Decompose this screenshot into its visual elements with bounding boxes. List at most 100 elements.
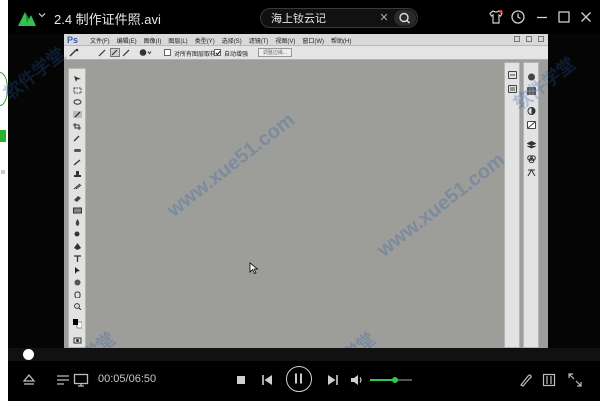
ps-quick-mask-icon [73,337,82,344]
title-bar: 2.4 制作证件照.avi ✕ [8,0,600,34]
ps-menu-item: 编辑(E) [116,39,137,45]
ps-properties-panel-icon [508,85,517,93]
ps-eraser-tool-icon [74,196,81,202]
ps-auto-enhance-checkbox [214,49,221,56]
ps-eyedropper-tool-icon [73,135,80,142]
video-frame[interactable]: Ps 文件(F) 编辑(E) 图像(I) 图层(L) 类型(Y) 选择(S) 滤… [64,34,548,348]
checkmark-icon [215,50,221,56]
ps-paths-panel-icon [527,169,536,177]
fullscreen-icon[interactable] [566,371,584,389]
equalizer-icon[interactable] [540,371,558,389]
ps-dodge-tool-icon [74,231,80,237]
time-display: 00:05/06:50 [98,373,157,385]
ps-restore-icon [526,36,532,42]
ps-lasso-tool-icon [73,99,82,105]
desktop-background [0,0,8,401]
ps-menu-item: 图层(L) [168,39,188,45]
ps-layers-panel-icon [527,141,536,149]
ps-hand-tool-icon [74,291,81,298]
ps-clone-stamp-tool-icon [74,171,81,177]
stop-icon[interactable] [232,371,250,389]
playlist-icon[interactable] [54,371,72,389]
ps-quick-selection-tool-icon [73,111,82,118]
previous-icon[interactable] [258,371,276,389]
shirt-icon[interactable] [488,9,504,25]
eject-icon[interactable] [20,371,38,389]
ps-sample-all-label: 对所有图层取样 [174,52,217,58]
ps-options-bar: 对所有图层取样 自动增强 调整边缘... [64,46,548,60]
desktop-icon-fragment [1,170,5,174]
watermark-text: www.xue51.com [163,108,299,222]
ps-menu-item: 帮助(H) [331,39,352,45]
seek-bar[interactable] [8,348,600,361]
ps-panel-dock-collapsed [504,62,520,348]
ps-close-icon [538,36,544,42]
file-title: 2.4 制作证件照.avi [54,12,161,27]
watermark-text: www.xue51.com [373,148,509,262]
mouse-cursor-icon [249,262,259,274]
ps-styles-panel-icon [527,121,536,129]
ps-brush-mode-icon [98,49,106,57]
search-input[interactable] [271,11,371,25]
seek-handle[interactable] [22,349,34,360]
volume-handle[interactable] [392,377,399,383]
control-bar: 00:05/06:50 [8,361,600,401]
watermark-text: 软件学堂 [0,43,70,104]
ps-toolbox [68,68,86,348]
desktop-icon-fragment [0,130,6,142]
ps-pen-tool-icon [74,243,81,250]
ps-color-panel-icon [528,73,535,81]
ps-quick-select-icon [69,48,79,57]
desktop-decoration [0,72,8,106]
ps-blur-tool-icon [75,219,80,226]
volume-icon[interactable] [348,371,366,389]
ps-menus: 文件(F) 编辑(E) 图像(I) 图层(L) 类型(Y) 选择(S) 滤镜(T… [90,36,351,45]
search-button[interactable] [394,10,416,26]
main-menu-chevron-icon[interactable] [35,10,49,24]
ps-menu-item: 文件(F) [90,39,110,45]
ps-move-tool-icon [74,76,81,82]
next-icon[interactable] [324,371,342,389]
minimize-icon[interactable] [534,9,550,25]
ps-auto-enhance-label: 自动增强 [224,52,249,58]
ps-swatches-panel-icon [527,87,536,95]
ps-history-brush-tool-icon [73,183,82,190]
ps-path-selection-tool-icon [75,267,80,274]
ps-zoom-tool-icon [74,303,82,310]
close-icon[interactable] [578,9,594,25]
ps-panel-dock [523,62,539,348]
ps-shape-tool-icon [74,279,81,286]
maximize-icon[interactable] [556,9,572,25]
volume-slider[interactable] [370,377,412,383]
ps-type-tool-icon [74,255,81,262]
pause-icon [295,373,302,384]
ps-menu-item: 视图(V) [275,39,296,45]
ps-brush-add-icon [110,48,120,57]
ps-brush-size-icon [139,49,152,56]
tools-icon[interactable] [516,371,534,389]
ps-menu-item: 选择(S) [221,39,242,45]
video-player-window: 2.4 制作证件照.avi ✕ [0,0,600,401]
ps-menu-item: 滤镜(T) [248,39,269,45]
clock-icon[interactable] [510,9,526,25]
search-box[interactable]: ✕ [260,8,418,28]
ps-brush-subtract-icon [122,49,130,57]
search-icon [399,12,411,24]
ps-gradient-tool-icon [73,207,82,214]
ps-menu-item: 类型(Y) [194,39,215,45]
pause-button[interactable] [286,366,312,392]
screen-cast-icon[interactable] [72,371,90,389]
ps-refine-edge-button: 调整边缘... [258,48,292,57]
ps-brush-tool-icon [73,159,81,166]
ps-channels-panel-icon [527,155,536,163]
ps-crop-tool-icon [73,123,81,130]
ps-healing-tool-icon [74,149,81,152]
ps-window-buttons [514,36,544,42]
ps-sample-all-checkbox [164,49,171,56]
clear-search-icon[interactable]: ✕ [377,11,391,25]
ps-logo: Ps [67,35,79,45]
ps-color-swatches-icon [73,319,82,329]
ps-history-panel-icon [508,71,517,79]
ps-marquee-tool-icon [73,87,82,94]
ps-menu-item: 窗口(W) [302,39,325,45]
